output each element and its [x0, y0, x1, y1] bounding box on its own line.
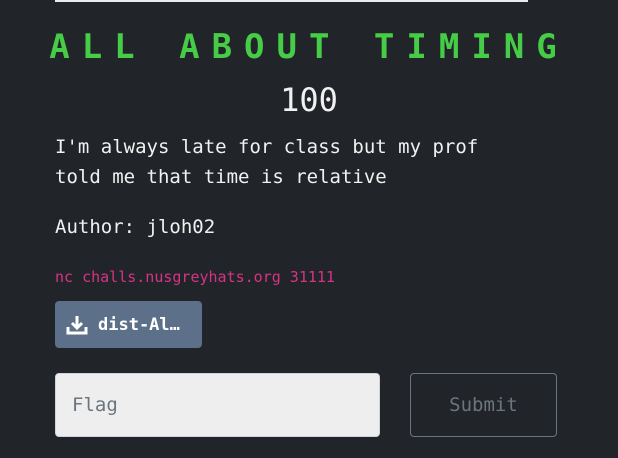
connection-info: nc challs.nusgreyhats.org 31111 — [55, 268, 335, 286]
download-file-button[interactable]: dist-Al… — [55, 301, 202, 348]
submit-button[interactable]: Submit — [410, 373, 557, 437]
download-icon — [66, 314, 88, 336]
challenge-title: ALL ABOUT TIMING — [49, 27, 569, 67]
flag-input[interactable] — [55, 373, 380, 437]
download-file-label: dist-Al… — [98, 314, 180, 335]
challenge-description: I'm always late for class but my prof to… — [55, 136, 479, 188]
challenge-author: Author: jloh02 — [55, 216, 216, 238]
header-divider — [55, 0, 528, 2]
challenge-points: 100 — [280, 81, 338, 119]
